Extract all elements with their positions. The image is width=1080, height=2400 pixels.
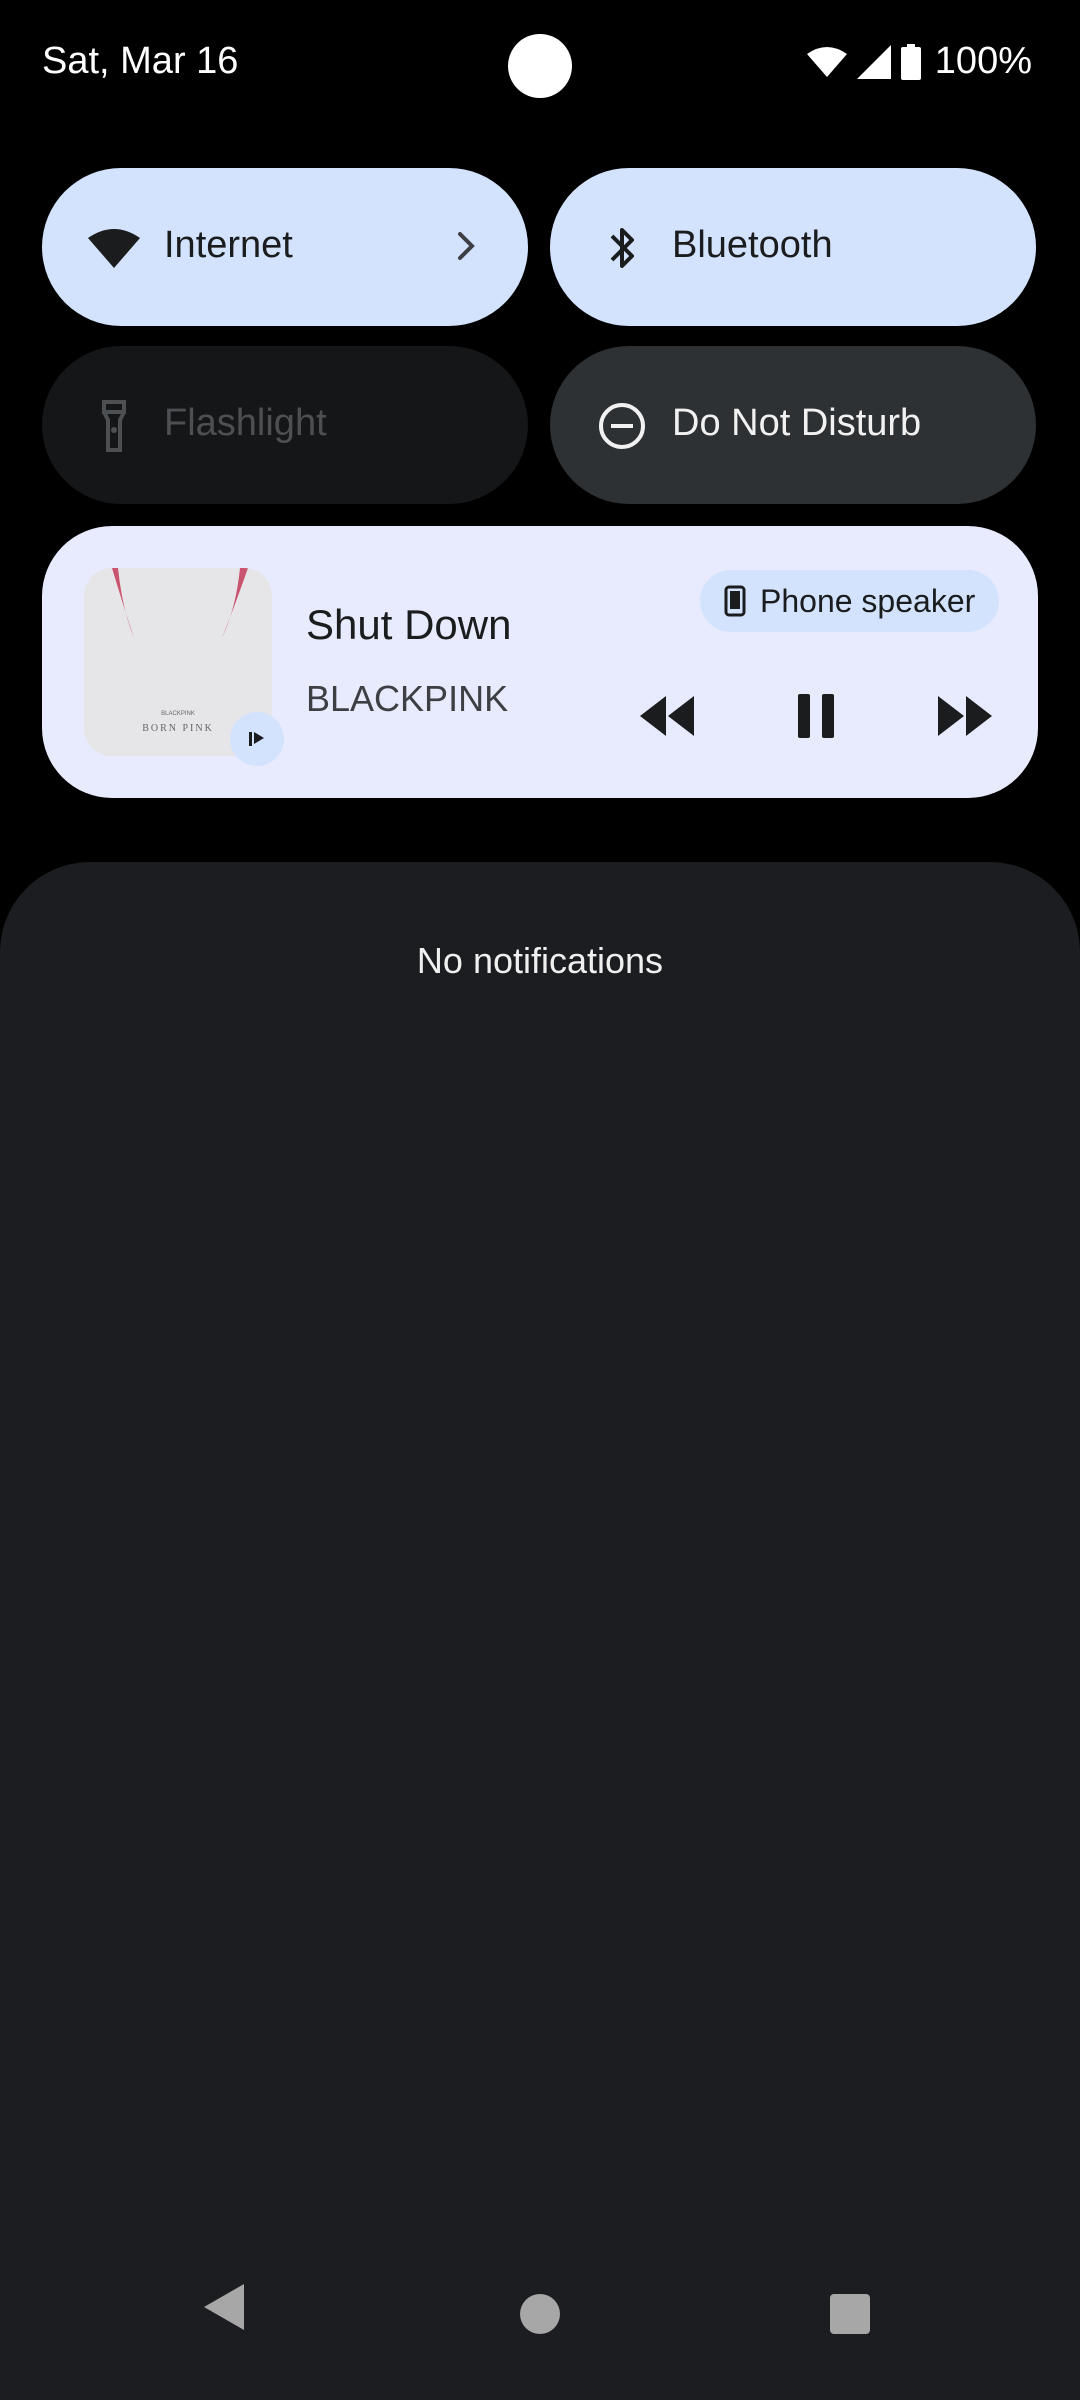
rewind-icon — [640, 696, 694, 736]
track-title: Shut Down — [306, 601, 512, 648]
tile-do-not-disturb-label: Do Not Disturb — [672, 402, 922, 444]
home-icon[interactable] — [520, 2294, 560, 2334]
pause-icon — [798, 694, 834, 738]
output-device-chip[interactable]: Phone speaker — [700, 570, 1000, 632]
battery-percent: 100% — [934, 40, 1032, 82]
svg-text:BLACKPINK: BLACKPINK — [161, 711, 195, 717]
tile-bluetooth-label: Bluetooth — [672, 224, 833, 266]
flashlight-icon — [102, 400, 126, 452]
status-date: Sat, Mar 16 — [42, 40, 239, 82]
media-player-card[interactable]: BLACKPINK BORN PINK Shut Down BLACKPINK … — [42, 526, 1038, 798]
camera-cutout — [508, 34, 572, 98]
track-artist: BLACKPINK — [306, 678, 509, 719]
no-notifications-text: No notifications — [416, 940, 664, 981]
pause-button[interactable] — [776, 676, 856, 756]
navigation-bar — [0, 2260, 1080, 2400]
bluetooth-icon — [610, 228, 634, 268]
cell-signal-icon — [856, 44, 891, 79]
tile-flashlight-label: Flashlight — [164, 402, 327, 444]
chevron-right-icon[interactable] — [444, 224, 488, 268]
battery-icon — [900, 43, 921, 80]
tile-internet[interactable]: Internet — [42, 168, 528, 326]
wifi-icon — [88, 229, 140, 268]
previous-button[interactable] — [628, 676, 708, 756]
fast-forward-icon — [938, 696, 992, 736]
notification-shade: No notifications — [0, 862, 1080, 2400]
back-icon[interactable] — [200, 2280, 246, 2334]
phone-icon — [724, 585, 746, 617]
app-badge-icon — [230, 712, 284, 766]
tile-bluetooth[interactable]: Bluetooth — [550, 168, 1036, 326]
status-bar: Sat, Mar 16 100% — [0, 0, 1080, 128]
quick-settings-screen: Sat, Mar 16 100% Internet Bluetooth Flas… — [0, 0, 1080, 2400]
recents-icon[interactable] — [830, 2294, 870, 2334]
output-device-label: Phone speaker — [760, 582, 976, 619]
tile-internet-label: Internet — [164, 224, 293, 266]
wifi-signal-icon — [806, 46, 847, 77]
tile-flashlight[interactable]: Flashlight — [42, 346, 528, 504]
tile-do-not-disturb[interactable]: Do Not Disturb — [550, 346, 1036, 504]
status-icons: 100% — [806, 40, 1032, 83]
next-button[interactable] — [924, 676, 1004, 756]
svg-text:BORN PINK: BORN PINK — [142, 723, 214, 734]
do-not-disturb-icon — [599, 403, 645, 449]
